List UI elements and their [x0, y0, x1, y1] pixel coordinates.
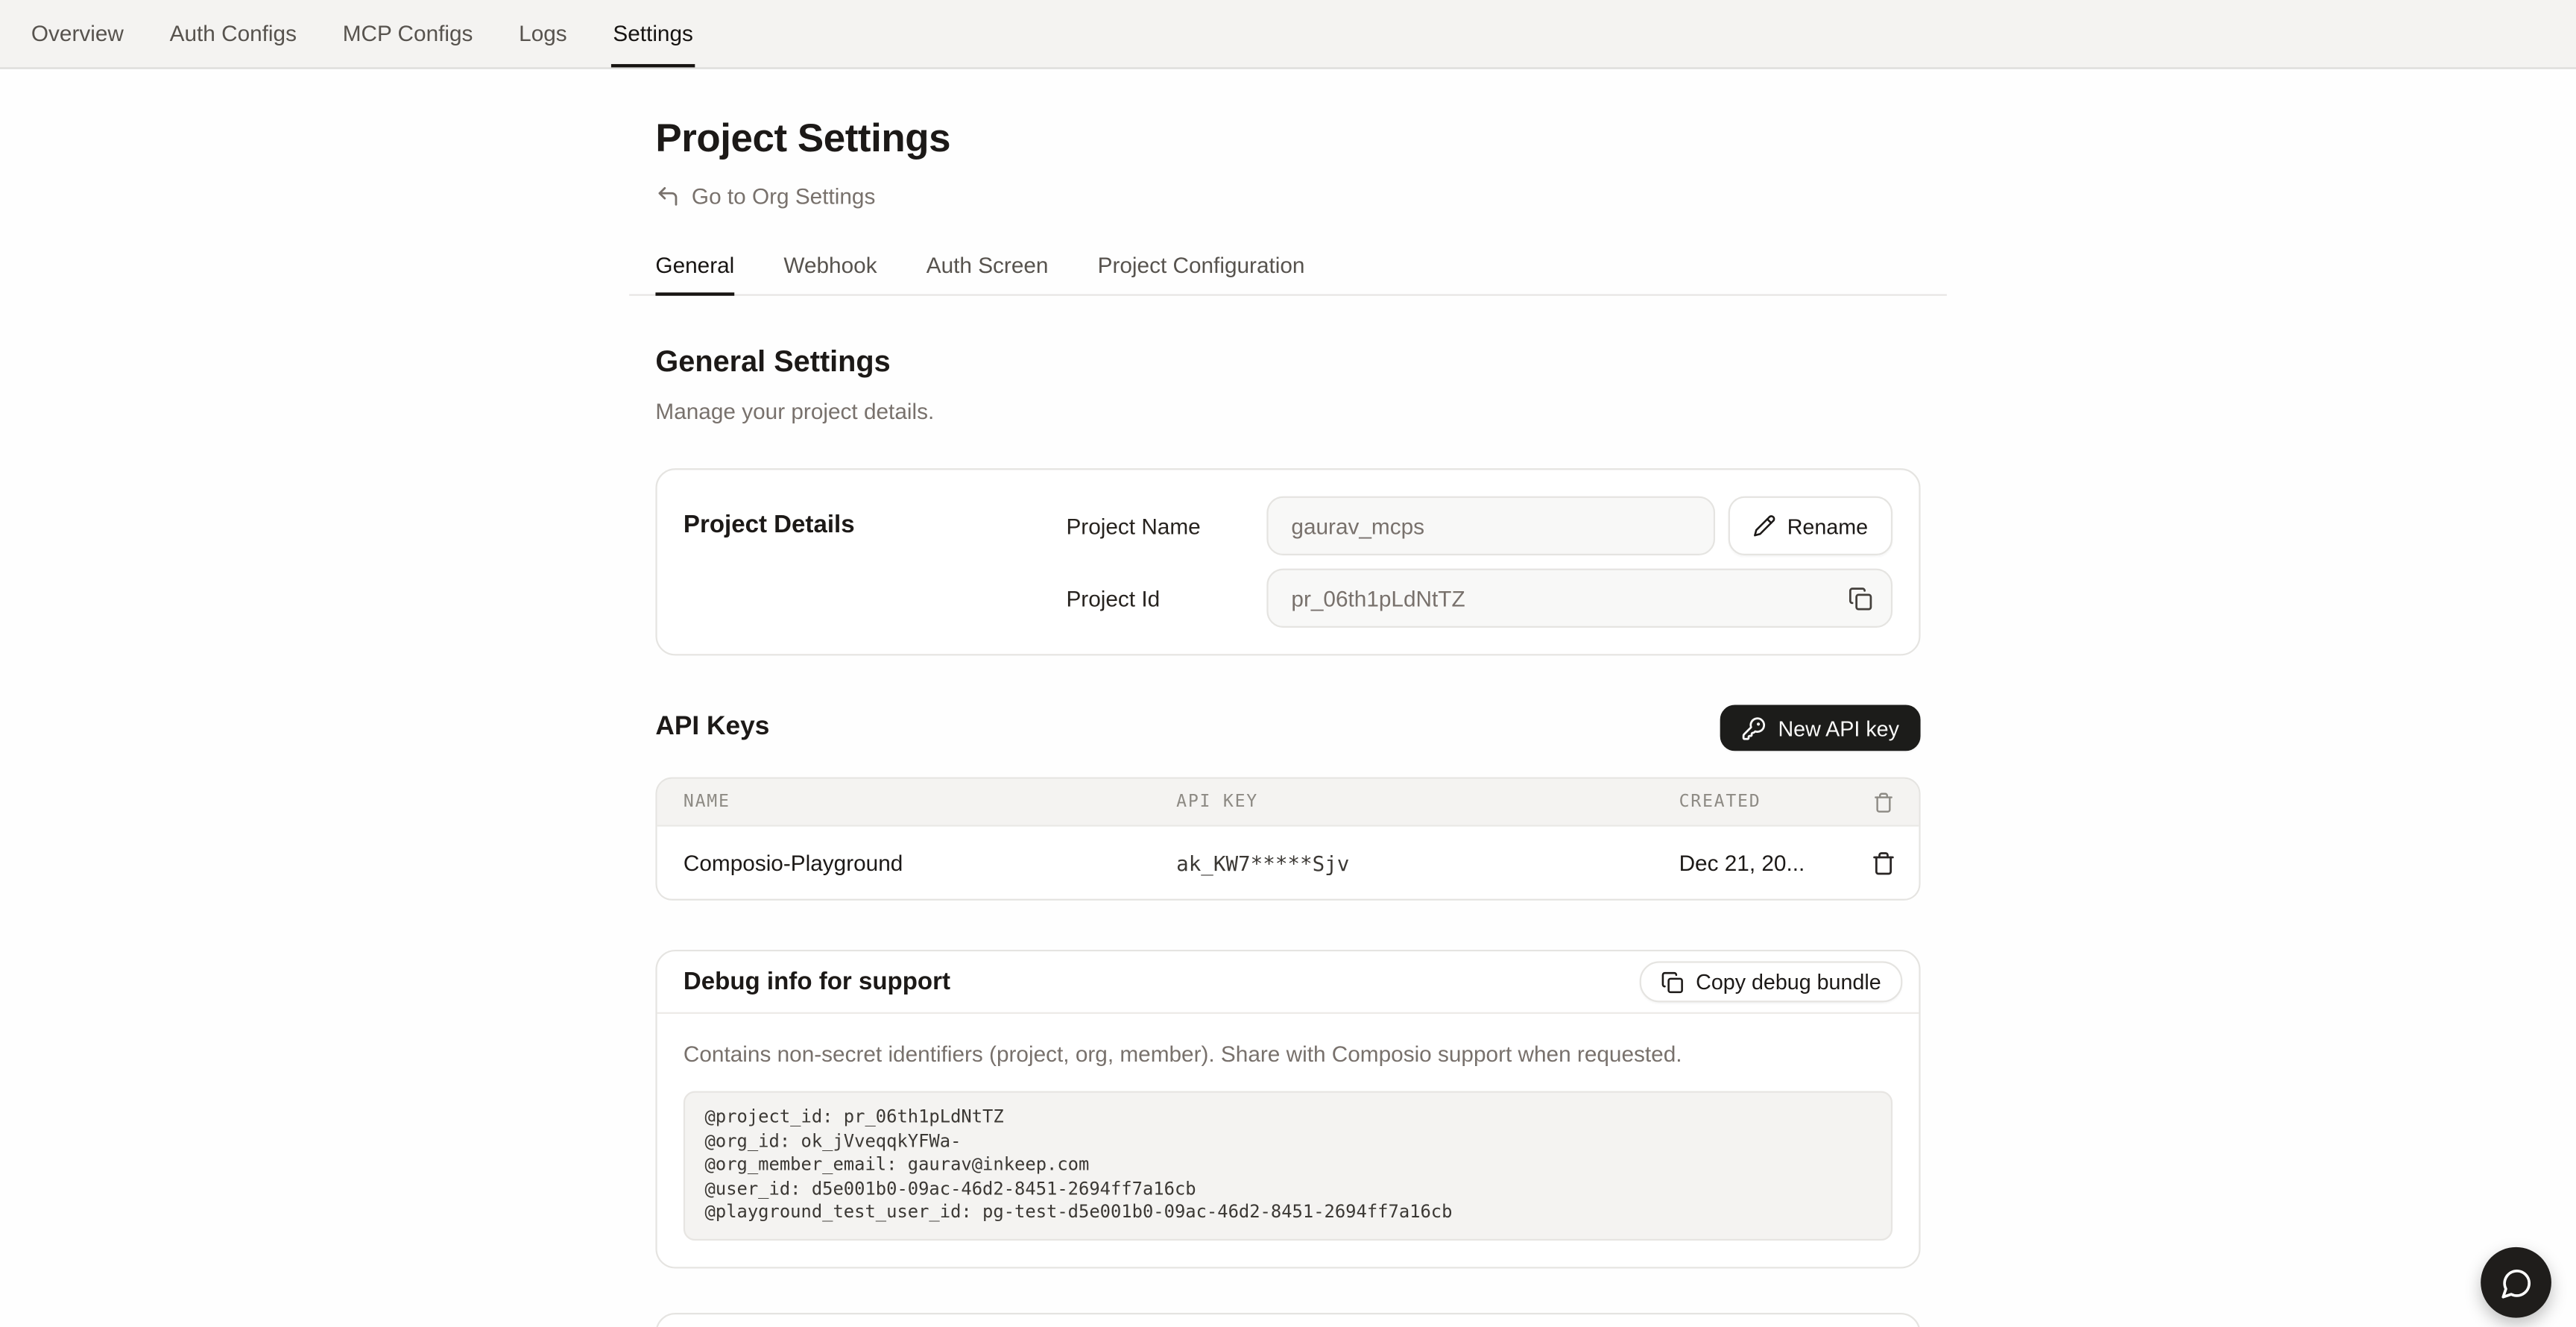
- api-keys-header: API Keys New API key: [655, 705, 1920, 751]
- nav-tab-logs[interactable]: Logs: [517, 0, 569, 67]
- project-name-input-wrap: gaurav_mcps: [1266, 497, 1714, 555]
- debug-card-body: Contains non-secret identifiers (project…: [657, 1014, 1919, 1267]
- project-id-input: pr_06th1pLdNtTZ: [1266, 569, 1892, 628]
- project-details-title: Project Details: [684, 497, 1067, 628]
- content-column: Project Settings Go to Org Settings Gene…: [629, 69, 1947, 1327]
- project-name-label: Project Name: [1066, 514, 1266, 538]
- trash-icon: [1872, 791, 1894, 813]
- new-api-key-button[interactable]: New API key: [1720, 705, 1920, 751]
- tab-general[interactable]: General: [655, 253, 734, 294]
- copy-debug-bundle-label: Copy debug bundle: [1696, 969, 1881, 994]
- api-keys-table: NAME API KEY CREATED Composio-Playground…: [655, 778, 1920, 901]
- project-name-row: Project Name gaurav_mcps Rename: [1066, 497, 1892, 555]
- project-details-card: Project Details Project Name gaurav_mcps…: [655, 468, 1920, 655]
- pencil-icon: [1752, 514, 1775, 538]
- column-created: CREATED: [1679, 792, 1847, 811]
- code-line: @user_id: d5e001b0-09ac-46d2-8451-2694ff…: [705, 1178, 1196, 1200]
- column-delete: [1846, 791, 1919, 813]
- chat-bubble-icon: [2500, 1266, 2533, 1299]
- code-line: @org_member_email: gaurav@inkeep.com: [705, 1154, 1090, 1176]
- tab-project-configuration[interactable]: Project Configuration: [1098, 253, 1305, 294]
- debug-info-card: Debug info for support Copy debug bundle…: [655, 950, 1920, 1269]
- api-key-name: Composio-Playground: [657, 851, 1176, 875]
- api-key-created: Dec 21, 20...: [1679, 851, 1847, 875]
- top-navigation: Overview Auth Configs MCP Configs Logs S…: [0, 0, 2576, 69]
- debug-description: Contains non-secret identifiers (project…: [684, 1040, 1892, 1068]
- nav-tab-overview[interactable]: Overview: [30, 0, 125, 67]
- new-api-key-label: New API key: [1778, 716, 1898, 740]
- project-id-row: Project Id pr_06th1pLdNtTZ: [1066, 569, 1892, 628]
- project-details-form: Project Name gaurav_mcps Rename Project …: [1066, 497, 1892, 628]
- api-key-row: Composio-Playground ak_KW7*****Sjv Dec 2…: [657, 825, 1919, 898]
- delete-api-key-button[interactable]: [1846, 851, 1919, 875]
- general-settings-heading: General Settings: [655, 341, 1920, 381]
- settings-subtabs: General Webhook Auth Screen Project Conf…: [629, 253, 1947, 295]
- api-key-value: ak_KW7*****Sjv: [1176, 851, 1679, 875]
- page-title: Project Settings: [655, 115, 1920, 164]
- rename-button-label: Rename: [1787, 514, 1868, 538]
- code-line: @project_id: pr_06th1pLdNtTZ: [705, 1106, 1004, 1127]
- next-section-card: [655, 1313, 1920, 1327]
- project-settings-page: Overview Auth Configs MCP Configs Logs S…: [0, 0, 2576, 1327]
- api-keys-heading: API Keys: [655, 713, 769, 743]
- debug-code-block: @project_id: pr_06th1pLdNtTZ @org_id: ok…: [684, 1091, 1892, 1241]
- copy-debug-bundle-button[interactable]: Copy debug bundle: [1640, 961, 1902, 1002]
- project-id-label: Project Id: [1066, 586, 1266, 611]
- copy-project-id-button[interactable]: [1843, 581, 1876, 614]
- copy-icon: [1847, 586, 1872, 611]
- project-name-input[interactable]: gaurav_mcps: [1266, 497, 1714, 555]
- corner-up-left-icon: [655, 184, 680, 209]
- go-to-org-settings-link[interactable]: Go to Org Settings: [655, 184, 875, 209]
- column-api-key: API KEY: [1176, 792, 1679, 811]
- general-settings-subheading: Manage your project details.: [655, 397, 1920, 425]
- nav-tab-settings[interactable]: Settings: [611, 0, 695, 67]
- nav-tab-auth-configs[interactable]: Auth Configs: [168, 0, 298, 67]
- api-keys-table-header: NAME API KEY CREATED: [657, 779, 1919, 825]
- rename-button[interactable]: Rename: [1728, 497, 1892, 555]
- back-link-label: Go to Org Settings: [692, 184, 875, 209]
- tab-auth-screen[interactable]: Auth Screen: [926, 253, 1049, 294]
- code-line: @playground_test_user_id: pg-test-d5e001…: [705, 1202, 1453, 1223]
- trash-icon: [1870, 851, 1895, 875]
- chat-widget-button[interactable]: [2481, 1247, 2551, 1318]
- debug-card-header: Debug info for support Copy debug bundle: [657, 951, 1919, 1014]
- tab-webhook[interactable]: Webhook: [783, 253, 877, 294]
- nav-tab-mcp-configs[interactable]: MCP Configs: [341, 0, 474, 67]
- column-name: NAME: [657, 792, 1176, 811]
- copy-icon: [1661, 971, 1685, 994]
- project-id-input-wrap: pr_06th1pLdNtTZ: [1266, 569, 1892, 628]
- code-line: @org_id: ok_jVveqqkYFWa-: [705, 1130, 962, 1152]
- key-icon: [1742, 716, 1767, 740]
- debug-card-title: Debug info for support: [684, 968, 950, 995]
